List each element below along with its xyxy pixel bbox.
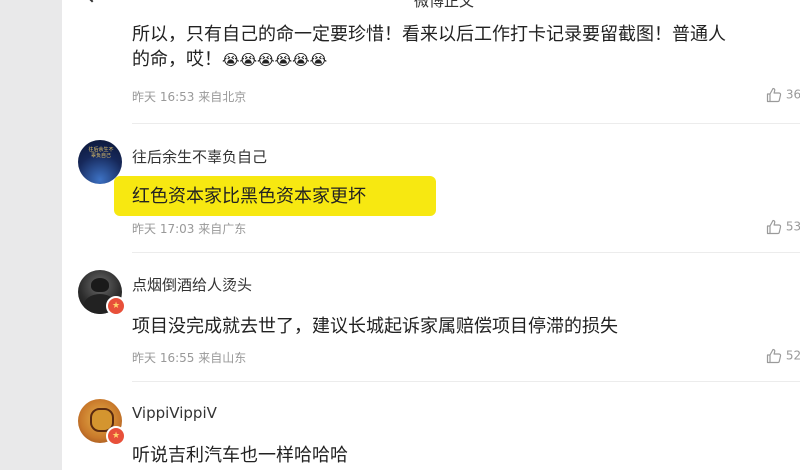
divider [132, 252, 800, 253]
avatar[interactable]: 往后余生不辜负自己 [78, 140, 122, 184]
comment-text: 所以，只有自己的命一定要珍惜！看来以后工作打卡记录要留截图！普通人 [132, 24, 726, 45]
thumbs-up-icon [766, 87, 782, 103]
page-title: 微博正文 [414, 0, 474, 8]
username[interactable]: 点烟倒酒给人烫头 [132, 274, 252, 295]
like-button[interactable]: 36 [766, 87, 800, 103]
avatar-text: 往后余生不辜负自己 [88, 147, 114, 159]
thumbs-up-icon [766, 348, 782, 364]
back-arrow-icon[interactable] [83, 0, 101, 3]
divider [132, 123, 800, 124]
comment-text-continued: 的命，哎！ [132, 49, 222, 70]
comment-panel: 微博正文 所以，只有自己的命一定要珍惜！看来以后工作打卡记录要留截图！普通人 的… [62, 0, 800, 470]
comment-meta: 昨天 16:55 来自山东 [132, 351, 247, 365]
comment-text: 听说吉利汽车也一样哈哈哈 [132, 445, 348, 466]
avatar-figure [91, 278, 109, 292]
comment-meta: 昨天 16:53 来自北京 [132, 90, 247, 104]
like-button[interactable]: 52 [766, 348, 800, 364]
thumbs-up-icon [766, 219, 782, 235]
username[interactable]: 往后余生不辜负自己 [132, 146, 267, 167]
comment-text: 红色资本家比黑色资本家更坏 [132, 186, 366, 207]
crying-emoji-icons: 😭😭😭😭😭😭 [222, 51, 328, 69]
like-count: 36 [785, 87, 800, 102]
vip-badge-icon: ★ [106, 296, 126, 316]
like-count: 52 [785, 348, 800, 363]
username[interactable]: VippiVippiV [132, 404, 217, 422]
comment-text: 项目没完成就去世了，建议长城起诉家属赔偿项目停滞的损失 [132, 316, 618, 337]
top-bar: 微博正文 [62, 0, 800, 8]
vip-badge-icon: ★ [106, 426, 126, 446]
divider [132, 381, 800, 382]
like-count: 53 [785, 219, 800, 234]
comment-meta: 昨天 17:03 来自广东 [132, 222, 247, 236]
comment-text-line2: 的命，哎！😭😭😭😭😭😭 [132, 45, 327, 71]
like-button[interactable]: 53 [766, 219, 800, 235]
